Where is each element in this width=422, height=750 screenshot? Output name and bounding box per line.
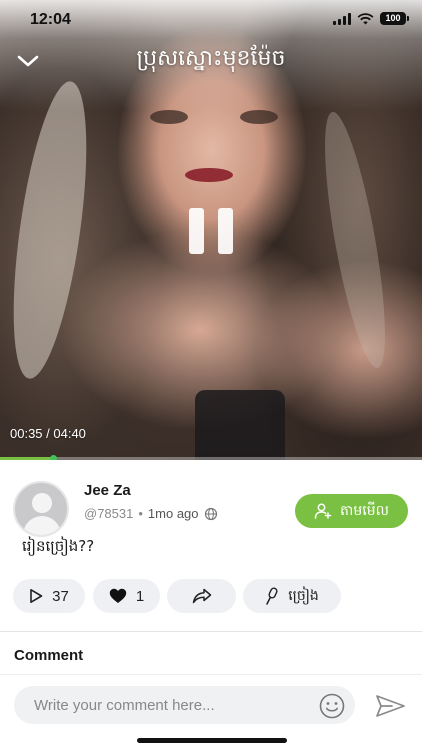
video-frame-detail bbox=[195, 390, 285, 460]
pause-icon[interactable] bbox=[189, 208, 233, 254]
progress-bar[interactable] bbox=[0, 455, 422, 460]
home-indicator bbox=[137, 738, 287, 743]
like-count: 1 bbox=[135, 587, 145, 605]
follow-button[interactable]: តាមមើល bbox=[295, 494, 408, 528]
heart-icon bbox=[109, 588, 127, 603]
signal-icon bbox=[333, 12, 351, 25]
video-frame-detail bbox=[150, 110, 188, 124]
status-bar: 12:04 100 bbox=[0, 0, 422, 40]
video-frame-detail bbox=[185, 168, 233, 182]
play-icon bbox=[30, 589, 43, 603]
time-readout: 00:35 / 04:40 bbox=[10, 426, 86, 441]
video-title: ប្រុសស្នោះមុខម៉ែច bbox=[136, 46, 286, 71]
status-icons: 100 bbox=[333, 12, 409, 25]
progress-fill bbox=[0, 457, 53, 460]
section-divider bbox=[0, 631, 422, 632]
meta-separator: • bbox=[138, 506, 143, 521]
author-row: Jee Za @78531 • 1mo ago តាមមើល bbox=[0, 478, 422, 538]
post-time: 1mo ago bbox=[147, 506, 199, 521]
emoji-icon[interactable] bbox=[318, 692, 346, 720]
video-frame-detail bbox=[0, 77, 101, 383]
comment-input[interactable] bbox=[14, 686, 355, 724]
progress-knob[interactable] bbox=[49, 455, 57, 460]
send-icon[interactable] bbox=[372, 692, 408, 720]
play-count-button[interactable]: 37 bbox=[13, 579, 85, 613]
video-frame-detail bbox=[240, 110, 278, 124]
video-frame-detail bbox=[312, 108, 398, 372]
post-caption: រៀនច្រៀង?? bbox=[22, 537, 95, 555]
like-button[interactable]: 1 bbox=[93, 579, 160, 613]
follow-button-label: តាមមើល bbox=[340, 502, 389, 519]
globe-icon bbox=[204, 507, 217, 520]
battery-icon: 100 bbox=[380, 12, 409, 25]
chevron-down-icon[interactable] bbox=[14, 48, 42, 72]
video-player[interactable]: 12:04 100 ប្រុសស្នោះមុខម៉ែច 00:35 / 04:4… bbox=[0, 0, 422, 460]
share-icon bbox=[192, 588, 211, 604]
comments-heading: Comment bbox=[14, 647, 84, 664]
comments-divider bbox=[0, 674, 422, 675]
user-follow-icon bbox=[314, 503, 332, 519]
play-count: 37 bbox=[52, 587, 69, 605]
share-button[interactable] bbox=[167, 579, 236, 613]
author-meta: @78531 • 1mo ago bbox=[84, 506, 218, 521]
comment-bar bbox=[0, 684, 422, 728]
wifi-icon bbox=[357, 12, 374, 24]
avatar[interactable] bbox=[13, 481, 69, 537]
microphone-icon bbox=[266, 587, 278, 605]
sing-button-label: ច្រៀង bbox=[288, 587, 319, 604]
sing-button[interactable]: ច្រៀង bbox=[243, 579, 341, 613]
status-time: 12:04 bbox=[30, 11, 71, 28]
author-name[interactable]: Jee Za bbox=[84, 482, 131, 499]
author-handle: @78531 bbox=[84, 506, 134, 521]
